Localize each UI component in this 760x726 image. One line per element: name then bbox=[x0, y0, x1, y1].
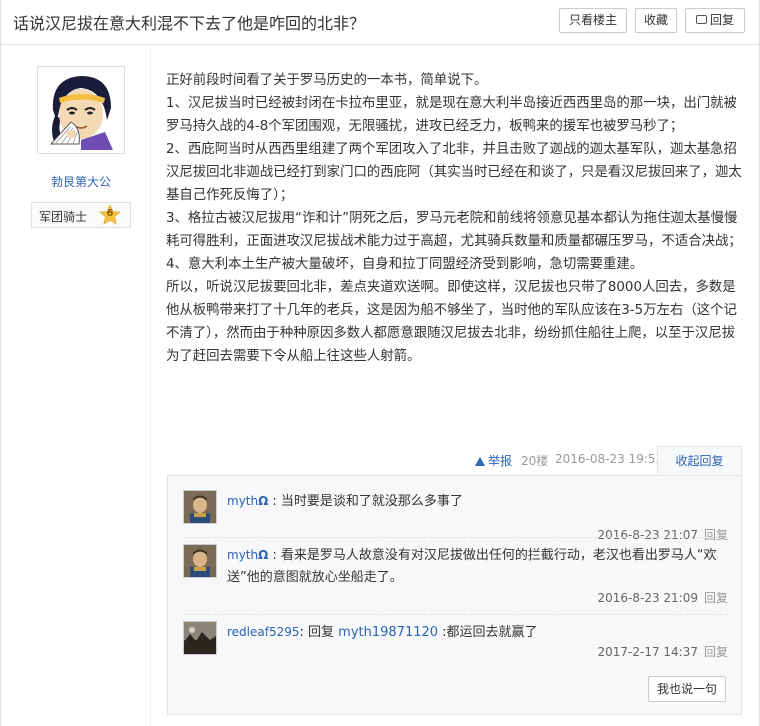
comment-time: 2017-2-17 14:37 bbox=[597, 645, 698, 659]
comment-divider bbox=[183, 614, 728, 615]
portrait-avatar-icon bbox=[184, 491, 216, 523]
list-item: mythΩ: 当时要是谈和了就没那么多事了 2016-8-23 21:07 回复 bbox=[183, 490, 728, 550]
thread-title: 话说汉尼拔在意大利混不下去了他是咋回的北非？ bbox=[13, 14, 366, 33]
rank-level: 6 bbox=[106, 208, 114, 219]
comment-body: mythΩ: 看来是罗马人故意没有对汉尼拔做出任何的拦截行动，老汉也看出罗马人“… bbox=[227, 544, 727, 589]
commenter-name[interactable]: myth bbox=[227, 548, 258, 562]
commenter-avatar[interactable] bbox=[183, 621, 217, 655]
omega-badge: Ω bbox=[258, 548, 269, 562]
comment-time: 2016-8-23 21:09 bbox=[597, 591, 698, 605]
cartoon-avatar-icon bbox=[41, 70, 121, 150]
comment-reply-link[interactable]: 回复 bbox=[704, 591, 728, 605]
list-item: mythΩ: 看来是罗马人故意没有对汉尼拔做出任何的拦截行动，老汉也看出罗马人“… bbox=[183, 544, 728, 614]
reply-button[interactable]: 回复 bbox=[685, 8, 745, 33]
comment-prefix: : 回复 bbox=[299, 625, 339, 640]
comment-list: mythΩ: 当时要是谈和了就没那么多事了 2016-8-23 21:07 回复 … bbox=[167, 475, 742, 715]
reply-button-label: 回复 bbox=[709, 13, 734, 27]
list-item: redleaf5295: 回复 myth19871120 :都运回去就赢了 20… bbox=[183, 621, 728, 671]
omega-badge: Ω bbox=[258, 494, 269, 508]
comment-text: : 当时要是谈和了就没那么多事了 bbox=[272, 494, 463, 509]
post-paragraph: 4、意大利本土生产被大量破坏，自身和拉丁同盟经济受到影响，急切需要重建。 bbox=[166, 257, 644, 272]
comment-text: : 看来是罗马人故意没有对汉尼拔做出任何的拦截行动，老汉也看出罗马人“欢送”他的… bbox=[227, 548, 717, 585]
post-paragraph: 1、汉尼拔当时已经被封闭在卡拉布里亚，就是现在意大利半岛接近西西里岛的那一块，出… bbox=[166, 96, 737, 134]
comment-text: :都运回去就赢了 bbox=[438, 625, 538, 640]
floor-number: 20楼 bbox=[521, 454, 549, 468]
warning-icon bbox=[475, 457, 485, 466]
post-paragraph: 正好前段时间看了关于罗马历史的一本书，简单说下。 bbox=[166, 73, 488, 88]
portrait-avatar-icon bbox=[184, 545, 216, 577]
rank-badge: 军团骑士 6 bbox=[31, 202, 131, 228]
comment-meta: 2016-8-23 21:07 回复 bbox=[597, 526, 728, 543]
thread-header: 话说汉尼拔在意大利混不下去了他是咋回的北非？ 只看楼主 收藏 回复 bbox=[1, 0, 759, 45]
commenter-name[interactable]: myth bbox=[227, 494, 258, 508]
comment-reply-link[interactable]: 回复 bbox=[704, 645, 728, 659]
report-label: 举报 bbox=[488, 454, 513, 468]
add-comment-button[interactable]: 我也说一句 bbox=[648, 676, 726, 702]
only-op-button[interactable]: 只看楼主 bbox=[559, 8, 627, 33]
commenter-avatar[interactable] bbox=[183, 544, 217, 578]
comment-icon bbox=[695, 15, 707, 24]
favorite-button[interactable]: 收藏 bbox=[635, 8, 677, 33]
comment-body: mythΩ: 当时要是谈和了就没那么多事了 bbox=[227, 490, 727, 513]
post-page: 话说汉尼拔在意大利混不下去了他是咋回的北非？ 只看楼主 收藏 回复 勃艮第大公 … bbox=[0, 0, 760, 726]
post-paragraph: 所以，听说汉尼拔要回北非，差点夹道欢送啊。即使这样，汉尼拔也只带了8000人回去… bbox=[166, 280, 737, 364]
author-panel: 勃艮第大公 军团骑士 6 bbox=[1, 46, 151, 726]
collapse-replies-button[interactable]: 收起回复 bbox=[657, 446, 742, 476]
author-name[interactable]: 勃艮第大公 bbox=[1, 173, 161, 190]
comment-reply-link[interactable]: 回复 bbox=[704, 528, 728, 542]
comment-meta: 2016-8-23 21:09 回复 bbox=[597, 589, 728, 606]
commenter-avatar[interactable] bbox=[183, 490, 217, 524]
rank-title: 军团骑士 bbox=[39, 210, 88, 224]
post-content: 正好前段时间看了关于罗马历史的一本书，简单说下。 1、汉尼拔当时已经被封闭在卡拉… bbox=[166, 69, 746, 368]
commenter-name[interactable]: redleaf5295 bbox=[227, 625, 300, 639]
post-paragraph: 2、西庇阿当时从西西里组建了两个军团攻入了北非，并且击败了迦战的迦太基军队，迦太… bbox=[166, 142, 742, 203]
mention-link[interactable]: myth19871120 bbox=[338, 625, 438, 640]
post-time: 2016-08-23 19:53 bbox=[555, 452, 664, 466]
post-paragraph: 3、格拉古被汉尼拔用“诈和计”阴死之后，罗马元老院和前线将领意见基本都认为拖住迦… bbox=[166, 211, 742, 249]
comment-divider bbox=[183, 537, 728, 538]
author-avatar[interactable] bbox=[37, 66, 125, 154]
comment-time: 2016-8-23 21:07 bbox=[597, 528, 698, 542]
comment-body: redleaf5295: 回复 myth19871120 :都运回去就赢了 bbox=[227, 621, 727, 644]
report-link[interactable]: 举报 bbox=[475, 452, 512, 472]
comment-meta: 2017-2-17 14:37 回复 bbox=[597, 643, 728, 660]
landscape-avatar-icon bbox=[184, 622, 216, 654]
